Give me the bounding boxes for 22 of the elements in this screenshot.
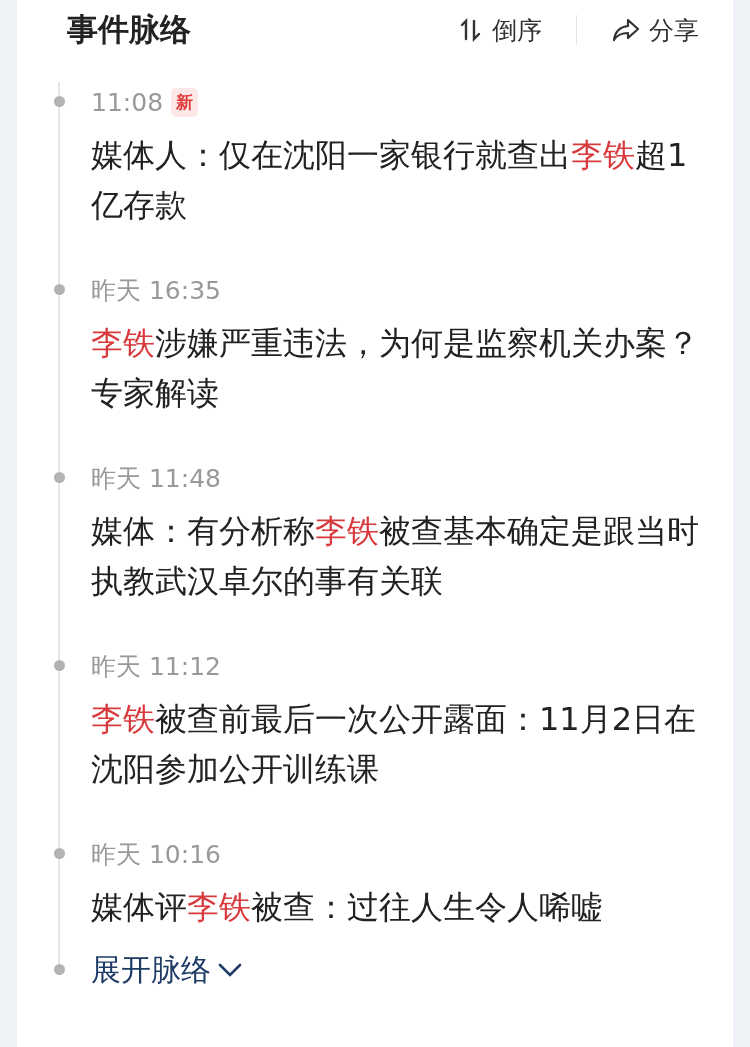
timeline-dot (54, 96, 65, 107)
timeline-dot (54, 964, 65, 975)
event-headline[interactable]: 媒体人：仅在沈阳一家银行就查出李铁超1亿存款 (91, 130, 699, 230)
event-headline[interactable]: 李铁被查前最后一次公开露面：11月2日在沈阳参加公开训练课 (91, 694, 699, 794)
share-button[interactable]: 分享 (611, 13, 699, 47)
event-time: 昨天 11:12 (91, 650, 221, 683)
new-badge: 新 (171, 87, 199, 117)
event-time: 昨天 11:48 (91, 462, 221, 495)
event-headline[interactable]: 李铁涉嫌严重违法，为何是监察机关办案？专家解读 (91, 318, 699, 418)
timeline-dot (54, 660, 65, 671)
event-time: 昨天 10:16 (91, 838, 221, 871)
sort-button[interactable]: 倒序 (458, 13, 542, 47)
event-time: 昨天 16:35 (91, 274, 221, 307)
event-time: 11:08 (91, 87, 164, 117)
event-headline[interactable]: 媒体评李铁被查：过往人生令人唏嘘 (91, 882, 699, 932)
share-icon (611, 17, 641, 43)
event-headline[interactable]: 媒体：有分析称李铁被查基本确定是跟当时执教武汉卓尔的事有关联 (91, 506, 699, 606)
timeline-dot (54, 284, 65, 295)
timeline-dot (54, 472, 65, 483)
expand-button[interactable]: 展开脉络 (91, 946, 243, 994)
section-title: 事件脉络 (67, 10, 192, 49)
timeline-dot (54, 848, 65, 859)
